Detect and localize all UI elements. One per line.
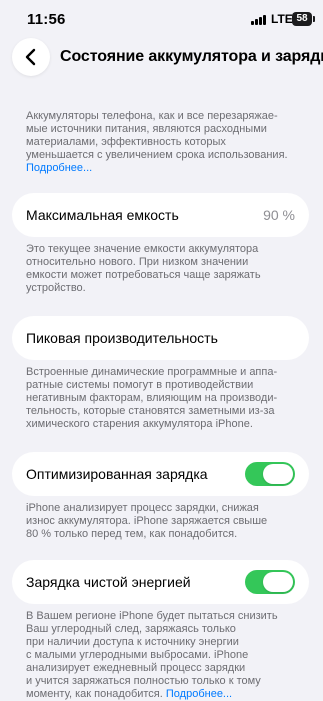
optimized-charging-note: iPhone анализирует процесс зарядки, сниж… [26,502,268,540]
max-capacity-note: Это текущее значение емкости аккумулятор… [26,243,261,294]
learn-more-link[interactable]: Подробнее... [166,688,232,700]
clean-energy-toggle[interactable] [245,570,295,594]
clean-energy-row: Зарядка чистой энергией [12,560,309,604]
cellular-signal-icon [251,15,268,25]
status-bar: 11:56 LTE 58 [0,0,323,40]
battery-icon: 58 [292,12,315,26]
optimized-charging-row: Оптимизированная зарядка [12,452,309,496]
clean-energy-label: Зарядка чистой энергией [26,574,191,590]
network-type: LTE [271,12,293,26]
battery-level: 58 [296,13,308,24]
toggle-knob [263,464,293,484]
page-title: Состояние аккумулятора и зарядка [60,48,323,65]
learn-more-link[interactable]: Подробнее... [26,162,302,175]
optimized-charging-label: Оптимизированная зарядка [26,466,208,482]
peak-performance-note: Встроенные динамические программные и ап… [26,366,278,430]
intro-text: Аккумуляторы телефона, как и все перезар… [26,110,302,175]
clean-energy-note: В Вашем регионе iPhone будет пытаться сн… [26,610,278,700]
status-time: 11:56 [27,11,66,28]
peak-performance-row[interactable]: Пиковая производительность [12,316,309,360]
max-capacity-value: 90 % [263,207,295,223]
max-capacity-label: Максимальная емкость [26,207,179,223]
toggle-knob [263,572,293,592]
chevron-left-icon [25,48,36,66]
max-capacity-row: Максимальная емкость 90 % [12,193,309,237]
peak-performance-label: Пиковая производительность [26,330,218,346]
optimized-charging-toggle[interactable] [245,462,295,486]
back-button[interactable] [12,38,50,76]
